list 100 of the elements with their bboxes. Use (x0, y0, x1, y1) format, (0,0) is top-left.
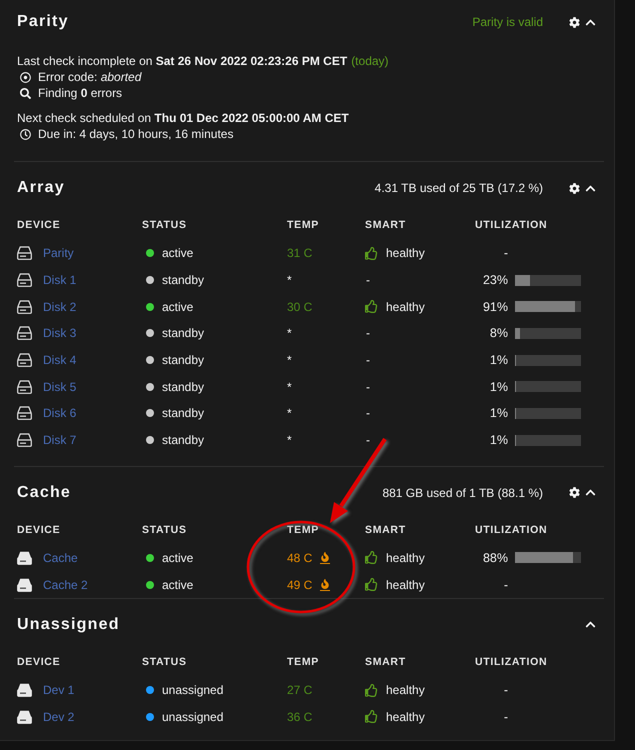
settings-icon[interactable] (569, 16, 580, 28)
drive-icon (17, 246, 32, 260)
device-link[interactable]: Cache 2 (43, 578, 88, 592)
search-icon (20, 88, 31, 98)
device-link[interactable]: Disk 6 (43, 406, 76, 420)
column-header: STATUS (142, 524, 187, 536)
column-header: SMART (365, 656, 406, 668)
smart-text: - (366, 433, 370, 448)
temperature-text: * (287, 273, 292, 288)
usage-summary-text: 881 GB used of 1 TB (88.1 %) (382, 486, 543, 500)
utilization-text: 8% (488, 326, 508, 340)
status-text: standby (162, 326, 204, 340)
utilization-text: 1% (488, 380, 508, 394)
smart-text: - (366, 326, 370, 340)
smart-text: healthy (386, 578, 425, 592)
drive-icon (17, 353, 32, 368)
column-header: STATUS (142, 219, 187, 231)
temperature-text: * (287, 326, 292, 340)
column-header: SMART (365, 219, 406, 231)
settings-icon[interactable] (569, 182, 580, 194)
smart-text: - (366, 406, 370, 420)
status-text: unassigned (162, 710, 224, 724)
status-text: active (162, 550, 194, 565)
drive-icon (17, 273, 32, 288)
column-header: TEMP (287, 524, 319, 536)
device-link[interactable]: Disk 1 (43, 273, 76, 288)
temperature-text: 36 C (287, 710, 312, 724)
smart-text: healthy (386, 710, 425, 724)
collapse-caret-icon[interactable] (585, 487, 596, 498)
device-link[interactable]: Dev 2 (43, 710, 74, 724)
collapse-caret-icon[interactable] (585, 182, 596, 194)
drive-icon (17, 380, 32, 394)
column-header: UTILIZATION (475, 656, 548, 668)
device-link[interactable]: Disk 3 (43, 326, 76, 340)
device-link[interactable]: Disk 5 (43, 380, 76, 394)
status-text: active (162, 578, 194, 592)
device-link[interactable]: Dev 1 (43, 683, 74, 698)
utilization-text: 1% (488, 353, 508, 368)
utilization-text: 91% (482, 300, 508, 314)
drive-icon (17, 300, 32, 314)
utilization-text: - (502, 578, 508, 592)
temperature-text: 48 C (287, 550, 312, 565)
status-text: unassigned (162, 683, 224, 698)
column-header: DEVICE (17, 656, 60, 668)
device-link[interactable]: Disk 7 (43, 433, 76, 448)
device-link[interactable]: Disk 4 (43, 353, 76, 368)
device-link[interactable]: Parity (43, 246, 74, 260)
detail-text: Due in: 4 days, 10 hours, 16 minutes (38, 126, 234, 142)
flame-icon (320, 551, 330, 564)
collapse-caret-icon[interactable] (585, 619, 596, 630)
temperature-text: * (287, 380, 292, 394)
temperature-text: 31 C (287, 246, 312, 260)
status-text: active (162, 300, 194, 314)
drive-icon (17, 433, 32, 448)
utilization-text: 23% (482, 273, 508, 288)
section-title: Cache (17, 484, 72, 502)
utilization-text: 1% (488, 433, 508, 448)
parity-status-text: Parity is valid (472, 15, 543, 29)
device-link[interactable]: Disk 2 (43, 300, 76, 314)
temperature-text: 49 C (287, 578, 312, 592)
utilization-text: 88% (482, 550, 508, 565)
utilization-text: - (502, 710, 508, 724)
last-check-text: Last check incomplete on Sat 26 Nov 2022 02:23:26 PM CET (today) (17, 53, 390, 69)
status-text: standby (162, 433, 204, 448)
utilization-text: 1% (488, 406, 508, 420)
status-text: standby (162, 380, 204, 394)
clock-icon (20, 128, 31, 140)
status-text: standby (162, 273, 204, 288)
temperature-text: * (287, 433, 292, 448)
detail-text: Finding 0 errors (38, 85, 122, 101)
smart-text: - (366, 273, 370, 288)
detail-text: Error code: aborted (38, 69, 142, 85)
temperature-text: * (287, 353, 292, 368)
column-header: STATUS (142, 656, 187, 668)
utilization-text: - (502, 683, 508, 698)
temperature-text: 30 C (287, 300, 312, 314)
column-header: UTILIZATION (475, 524, 548, 536)
device-link[interactable]: Cache (43, 550, 78, 565)
drive-icon (17, 683, 32, 698)
drive-icon (17, 550, 32, 565)
usage-summary-text: 4.31 TB used of 25 TB (17.2 %) (374, 181, 543, 195)
settings-icon[interactable] (569, 487, 580, 498)
drive-icon (17, 710, 32, 724)
temperature-text: * (287, 406, 292, 420)
column-header: UTILIZATION (475, 219, 548, 231)
utilization-text: - (502, 246, 508, 260)
drive-icon (17, 326, 32, 340)
next-check-text: Next check scheduled on Thu 01 Dec 2022 05:00:00 AM CET (17, 110, 350, 126)
section-title: Parity (17, 13, 69, 31)
column-header: DEVICE (17, 524, 60, 536)
flame-icon (320, 578, 330, 592)
drive-icon (17, 578, 32, 592)
smart-text: healthy (386, 246, 425, 260)
collapse-caret-icon[interactable] (585, 16, 596, 28)
section-title: Array (17, 179, 65, 197)
status-text: active (162, 246, 194, 260)
drive-icon (17, 406, 32, 420)
status-text: standby (162, 406, 204, 420)
temperature-text: 27 C (287, 683, 312, 698)
column-header: DEVICE (17, 219, 60, 231)
